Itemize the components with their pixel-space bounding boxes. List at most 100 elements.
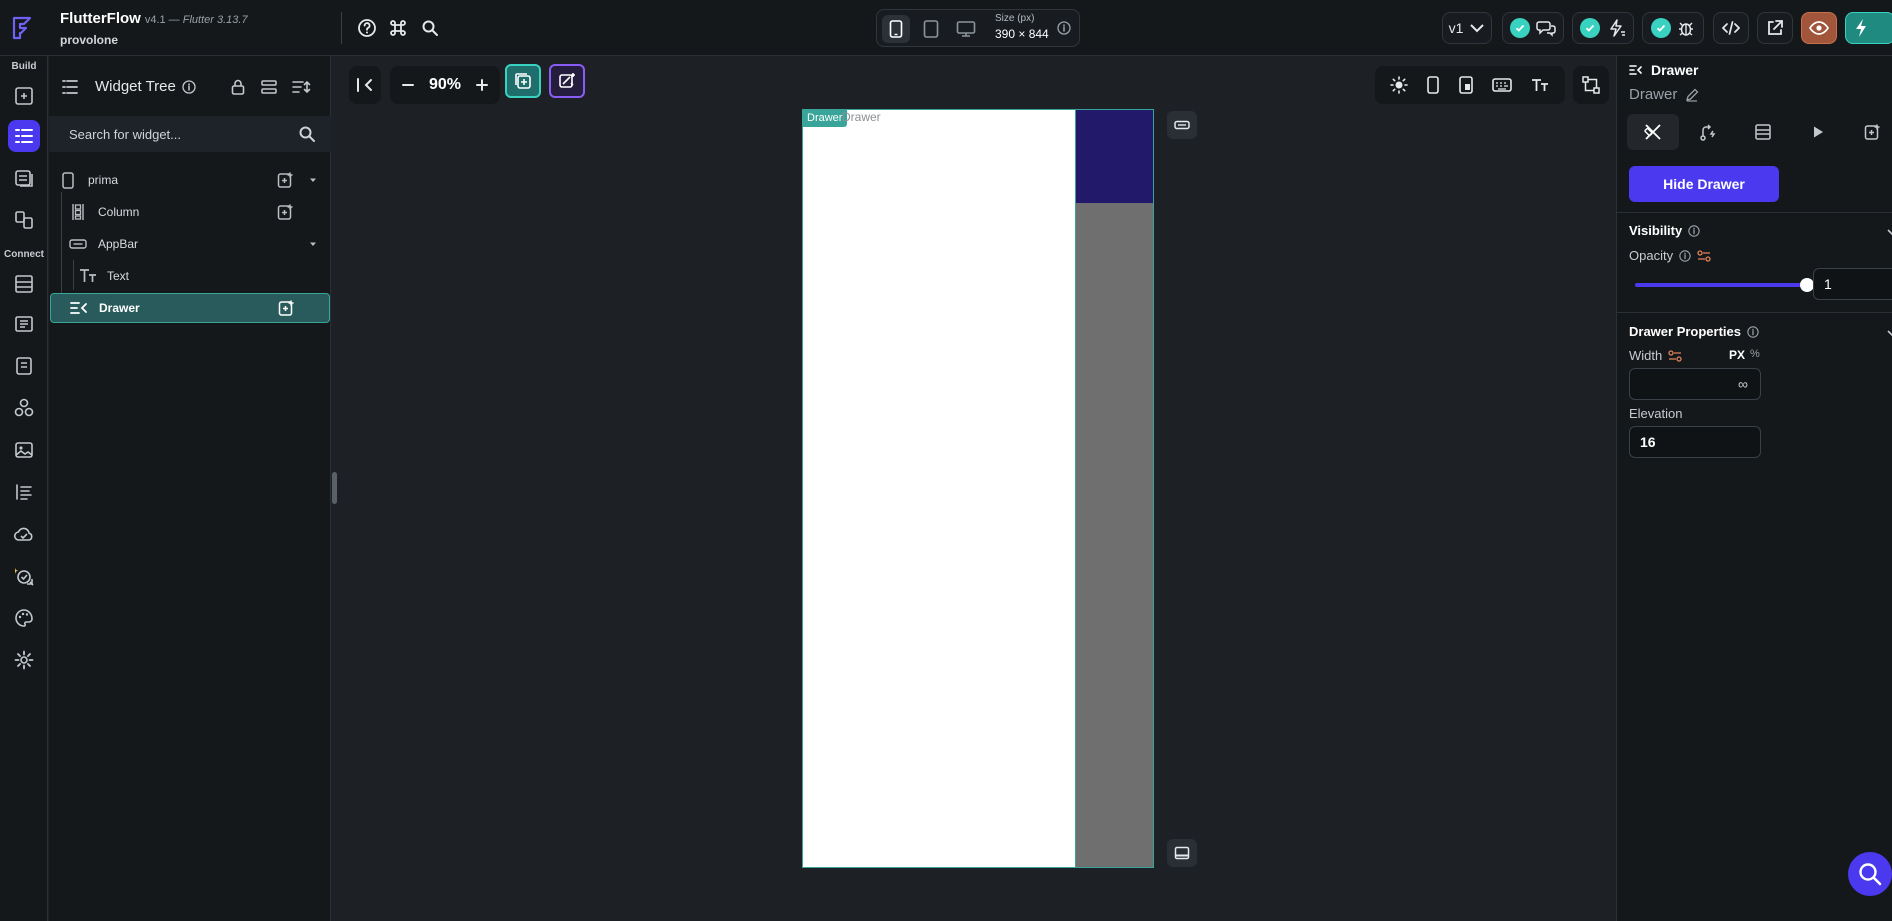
tree-item-appbar[interactable]: AppBar xyxy=(49,229,331,259)
tab-properties[interactable] xyxy=(1627,114,1679,150)
help-icon[interactable] xyxy=(355,16,379,40)
expand-caret-icon[interactable] xyxy=(309,176,317,184)
variable-binding-icon[interactable] xyxy=(1668,349,1682,362)
tab-backend-query[interactable] xyxy=(1737,114,1789,150)
document-icon[interactable] xyxy=(8,350,40,382)
app-values-icon[interactable] xyxy=(8,476,40,508)
info-icon[interactable] xyxy=(1679,249,1691,262)
expand-caret-icon[interactable] xyxy=(309,240,317,248)
zoom-level[interactable]: 90% xyxy=(429,76,461,94)
settings-gear-icon[interactable] xyxy=(8,644,40,676)
tree-item-text[interactable]: Text xyxy=(49,261,331,291)
custom-code-icon[interactable] xyxy=(8,560,40,592)
opacity-slider-track[interactable] xyxy=(1635,283,1807,287)
nav-bar-toggle-button[interactable] xyxy=(1167,839,1197,867)
debug-button[interactable] xyxy=(1642,12,1704,44)
tablet-device-icon[interactable] xyxy=(917,15,945,43)
tab-add-widget[interactable] xyxy=(1847,114,1892,150)
command-palette-icon[interactable] xyxy=(386,16,410,40)
edit-pencil-icon[interactable] xyxy=(1685,88,1699,102)
search-icon[interactable] xyxy=(418,16,442,40)
elevation-value-field[interactable]: 16 xyxy=(1629,426,1761,458)
automation-button[interactable] xyxy=(1572,12,1634,44)
run-button[interactable] xyxy=(1845,12,1892,44)
preview-button[interactable] xyxy=(1801,12,1837,44)
tree-item-prima[interactable]: prima xyxy=(49,165,331,195)
add-page-icon[interactable] xyxy=(8,80,40,112)
info-icon[interactable] xyxy=(1688,224,1700,237)
tab-actions[interactable] xyxy=(1682,114,1734,150)
integrations-icon[interactable] xyxy=(8,392,40,424)
phone-device-icon[interactable] xyxy=(882,15,910,43)
cloud-functions-icon[interactable] xyxy=(8,518,40,550)
add-child-widget-icon[interactable] xyxy=(277,203,295,221)
flutterflow-logo-icon[interactable] xyxy=(8,14,36,42)
connect-section-label: Connect xyxy=(4,249,44,260)
size-value[interactable]: 390 × 844 xyxy=(995,27,1049,41)
search-icon[interactable] xyxy=(298,125,316,143)
drawer-scrim xyxy=(1076,203,1153,867)
database-icon[interactable] xyxy=(8,268,40,300)
sort-options-icon[interactable] xyxy=(291,78,313,96)
hide-drawer-button[interactable]: Hide Drawer xyxy=(1629,166,1779,202)
open-external-button[interactable] xyxy=(1757,12,1793,44)
collapse-all-icon[interactable] xyxy=(260,78,278,96)
keyboard-icon[interactable] xyxy=(1492,77,1512,93)
opacity-slider-thumb[interactable] xyxy=(1800,278,1814,292)
light-mode-icon[interactable] xyxy=(1390,76,1408,94)
width-value-field[interactable]: ∞ xyxy=(1629,368,1761,400)
unit-px-toggle[interactable]: PX xyxy=(1729,348,1745,362)
tab-animations[interactable] xyxy=(1792,114,1844,150)
add-widget-mode-button[interactable] xyxy=(505,64,541,98)
chevron-down-icon[interactable] xyxy=(1887,228,1892,236)
drawer-widget-preview[interactable] xyxy=(803,110,1076,867)
add-child-widget-icon[interactable] xyxy=(278,299,296,317)
code-view-button[interactable] xyxy=(1713,12,1749,44)
tree-item-drawer[interactable]: Drawer xyxy=(50,293,330,323)
theme-settings-icon[interactable] xyxy=(8,602,40,634)
desktop-device-icon[interactable] xyxy=(952,15,980,43)
external-link-icon xyxy=(1768,20,1783,35)
storyboard-icon[interactable] xyxy=(8,162,40,194)
opacity-value-field[interactable]: 1 xyxy=(1813,268,1892,300)
layout-debug-button[interactable] xyxy=(1573,66,1609,104)
media-assets-icon[interactable] xyxy=(8,434,40,466)
lock-icon[interactable] xyxy=(229,78,247,96)
widget-tree-icon[interactable] xyxy=(8,120,40,152)
visibility-section-title[interactable]: Visibility xyxy=(1629,223,1700,238)
section-divider xyxy=(1617,212,1892,213)
components-icon[interactable] xyxy=(8,204,40,236)
ai-gen-button[interactable] xyxy=(549,64,585,98)
api-calls-icon[interactable] xyxy=(8,308,40,340)
collapse-panel-button[interactable] xyxy=(349,66,381,104)
phone-preview[interactable] xyxy=(802,109,1154,868)
unit-percent-toggle[interactable]: % xyxy=(1750,348,1760,360)
panel-resize-handle[interactable] xyxy=(332,472,337,504)
collaboration-button[interactable] xyxy=(1502,12,1564,44)
play-icon xyxy=(1814,126,1823,138)
project-name[interactable]: provolone xyxy=(60,33,248,47)
drawer-properties-section-title[interactable]: Drawer Properties xyxy=(1629,324,1759,339)
variable-binding-icon[interactable] xyxy=(1697,249,1711,262)
info-icon[interactable] xyxy=(1747,325,1759,338)
version-select[interactable]: v1 xyxy=(1442,12,1492,44)
zoom-out-icon[interactable] xyxy=(398,75,418,95)
info-icon[interactable] xyxy=(182,80,196,94)
info-icon[interactable] xyxy=(1057,21,1073,37)
app-name: FlutterFlow xyxy=(60,10,141,27)
widget-search-input[interactable] xyxy=(69,124,289,144)
widget-search xyxy=(49,116,331,152)
widget-tree-header: Widget Tree xyxy=(49,56,331,116)
help-search-fab[interactable] xyxy=(1848,852,1892,896)
add-child-widget-icon[interactable] xyxy=(277,171,295,189)
zoom-in-icon[interactable] xyxy=(472,75,492,95)
phone-frame-icon[interactable] xyxy=(1426,76,1440,94)
top-divider xyxy=(341,12,342,44)
safe-area-icon[interactable] xyxy=(1458,76,1474,94)
tree-item-column[interactable]: Column xyxy=(49,197,331,227)
appbar-preview xyxy=(1076,110,1153,203)
tree-item-label: Drawer xyxy=(99,301,140,315)
appbar-toggle-button[interactable] xyxy=(1167,111,1197,139)
text-scale-icon[interactable] xyxy=(1530,77,1550,93)
chevron-down-icon[interactable] xyxy=(1887,329,1892,337)
